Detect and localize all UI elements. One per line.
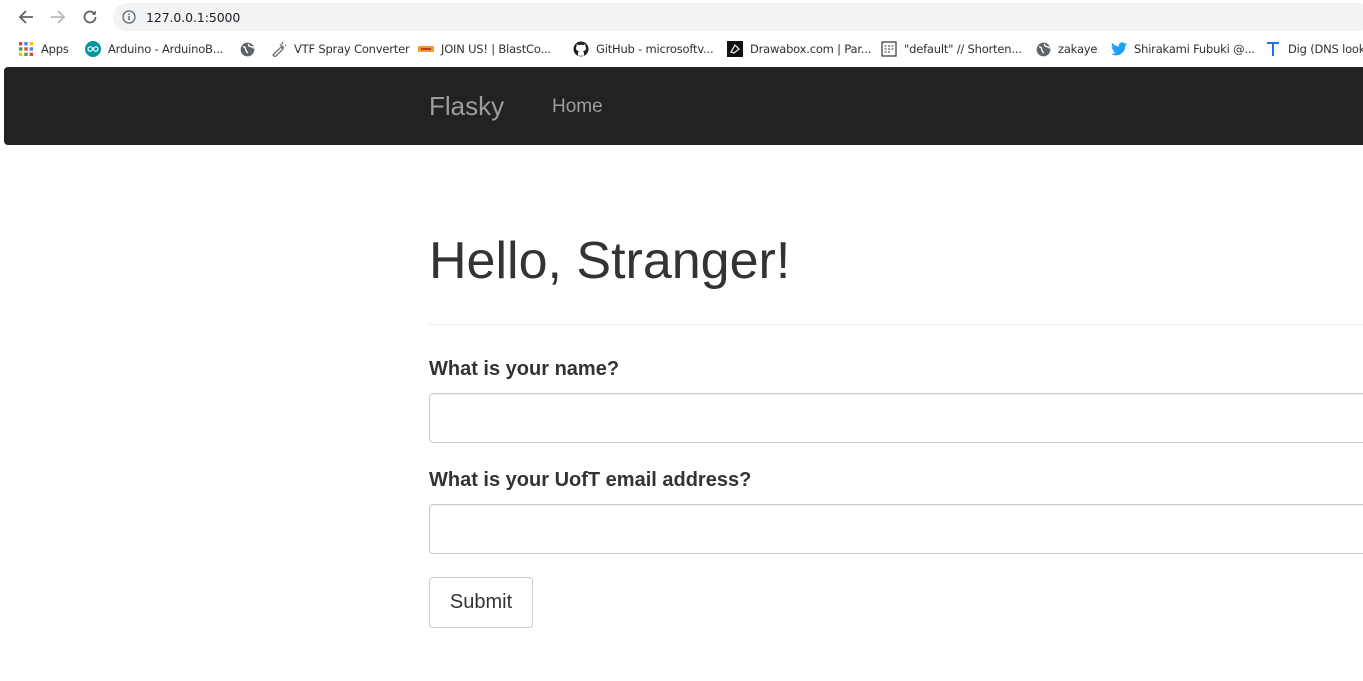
email-label: What is your UofT email address? bbox=[429, 469, 752, 491]
bookmark-default-shorten[interactable]: "default" // Shorten... bbox=[881, 41, 1022, 57]
bookmark-label: Arduino - ArduinoB... bbox=[108, 42, 224, 56]
bookmark-label: GitHub - microsoftv... bbox=[596, 42, 714, 56]
name-label: What is your name? bbox=[429, 358, 620, 380]
bookmark-label: Drawabox.com | Par... bbox=[750, 42, 872, 56]
reload-button[interactable] bbox=[79, 6, 101, 28]
nav-home-link[interactable]: Home bbox=[552, 96, 603, 118]
bookmark-shirakami-fubuki[interactable]: Shirakami Fubuki @... bbox=[1111, 41, 1255, 57]
blastco-icon bbox=[418, 41, 434, 57]
site-navbar: Flasky Home bbox=[4, 67, 1363, 145]
twitter-icon bbox=[1111, 41, 1127, 57]
email-input[interactable] bbox=[429, 504, 1363, 554]
forward-button[interactable] bbox=[47, 6, 69, 28]
github-icon bbox=[573, 41, 589, 57]
bookmark-zakaye[interactable]: zakaye bbox=[1035, 41, 1097, 57]
bookmark-label: Shirakami Fubuki @... bbox=[1134, 42, 1255, 56]
submit-button[interactable]: Submit bbox=[429, 577, 533, 628]
name-input[interactable] bbox=[429, 393, 1363, 443]
t-letter-icon bbox=[1265, 41, 1281, 57]
url-text: 127.0.0.1:5000 bbox=[146, 10, 241, 25]
bookmark-apps[interactable]: Apps bbox=[18, 41, 69, 57]
header-divider bbox=[429, 324, 1363, 325]
browser-toolbar: 127.0.0.1:5000 bbox=[0, 0, 1363, 34]
page-title: Hello, Stranger! bbox=[429, 232, 791, 290]
site-info-icon[interactable] bbox=[122, 10, 136, 24]
spray-icon bbox=[271, 41, 287, 57]
page-icon bbox=[881, 41, 897, 57]
bookmark-globe[interactable] bbox=[239, 41, 262, 57]
back-button[interactable] bbox=[15, 6, 37, 28]
bookmark-github[interactable]: GitHub - microsoftv... bbox=[573, 41, 714, 57]
bookmark-drawabox[interactable]: Drawabox.com | Par... bbox=[727, 41, 871, 57]
globe-icon bbox=[239, 41, 255, 57]
apps-grid-icon bbox=[18, 41, 34, 57]
navbar-brand[interactable]: Flasky bbox=[429, 91, 504, 122]
bookmark-vtf-spray[interactable]: VTF Spray Converter bbox=[271, 41, 410, 57]
bookmark-label: Apps bbox=[41, 42, 69, 56]
bookmark-label: Dig (DNS look bbox=[1288, 42, 1363, 56]
arrow-right-icon bbox=[51, 10, 66, 24]
arrow-left-icon bbox=[18, 10, 33, 24]
drawabox-icon bbox=[727, 41, 743, 57]
bookmark-arduino[interactable]: Arduino - ArduinoB... bbox=[85, 41, 223, 57]
arduino-icon bbox=[85, 41, 101, 57]
bookmark-label: zakaye bbox=[1058, 42, 1098, 56]
globe-icon bbox=[1035, 41, 1051, 57]
bookmark-dig-dns[interactable]: Dig (DNS look bbox=[1265, 41, 1363, 57]
address-bar[interactable]: 127.0.0.1:5000 bbox=[113, 3, 1363, 31]
bookmark-blastco[interactable]: JOIN US! | BlastCo... bbox=[418, 41, 551, 57]
bookmarks-bar: Apps Arduino - ArduinoB... VTF Spray Con… bbox=[0, 34, 1363, 64]
reload-icon bbox=[83, 10, 97, 24]
bookmark-label: JOIN US! | BlastCo... bbox=[441, 42, 551, 56]
bookmark-label: VTF Spray Converter bbox=[294, 42, 410, 56]
bookmark-label: "default" // Shorten... bbox=[904, 42, 1022, 56]
